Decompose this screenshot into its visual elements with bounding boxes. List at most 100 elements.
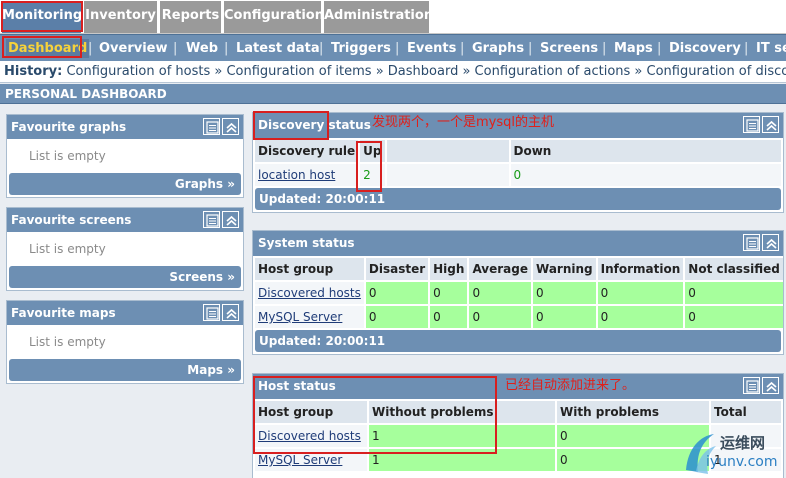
top-navigation: Monitoring Inventory Reports Configurati… [0,0,786,34]
widget-title: Favourite maps [11,306,116,320]
submenu-separator: | [744,41,749,56]
collapse-icon[interactable] [762,234,779,251]
history-link[interactable]: Configuration of hosts [66,64,210,79]
empty-list-text: List is empty [29,149,106,163]
column-header: Host group [255,258,364,280]
submenu-it-services[interactable]: IT se [756,39,786,58]
submenu-separator: | [88,41,93,56]
submenu-screens[interactable]: Screens [540,39,598,58]
column-header: Information [597,258,684,280]
menu-icon[interactable] [743,234,760,251]
empty-cell [386,164,509,186]
table-header-row: Host group Disaster High Average Warning… [255,258,783,280]
widget-header: System status [253,231,783,256]
table-row: MySQL Server 0 0 0 0 0 0 [255,306,783,328]
submenu-separator: | [395,41,400,56]
discovery-rule-cell: location host [255,164,359,186]
tab-reports[interactable]: Reports [160,1,222,33]
submenu-graphs[interactable]: Graphs [472,39,524,58]
history-link[interactable]: Dashboard [388,64,459,79]
empty-list-text: List is empty [29,335,106,349]
empty-list-text: List is empty [29,242,106,256]
annotation-box [356,141,382,192]
menu-icon[interactable] [203,304,220,321]
widget-title: Favourite graphs [11,120,127,134]
column-header [386,140,509,162]
collapse-icon[interactable] [222,118,239,135]
status-cell: 0 [469,282,532,304]
watermark-domain: iyunv.com [706,454,778,470]
watermark: 运维网 iyunv.com [676,424,786,478]
discovery-table: Discovery rule Up Down location host 2 0 [253,138,783,188]
swoosh-logo-icon [686,434,716,474]
annotation-box [1,1,83,32]
host-group-link[interactable]: MySQL Server [258,453,342,467]
discovery-rule-link[interactable]: location host [258,168,335,182]
menu-icon[interactable] [203,118,220,135]
collapse-icon[interactable] [222,304,239,321]
submenu-latest-data[interactable]: Latest data [236,39,320,58]
maps-link[interactable]: Maps » [9,359,241,381]
host-group-cell: Discovered hosts [255,282,364,304]
collapse-icon[interactable] [762,377,779,394]
host-group-link[interactable]: Discovered hosts [258,286,361,300]
submenu-overview[interactable]: Overview [99,39,168,58]
column-header: Discovery rule [255,140,359,162]
collapse-icon[interactable] [222,211,239,228]
menu-icon[interactable] [743,116,760,133]
submenu-separator: | [528,41,533,56]
status-cell: 0 [597,282,684,304]
submenu-web[interactable]: Web [186,39,218,58]
status-cell: 0 [365,306,429,328]
table-header-row: Discovery rule Up Down [255,140,781,162]
status-cell: 0 [533,306,596,328]
status-cell: 0 [469,306,532,328]
submenu-triggers[interactable]: Triggers [331,39,391,58]
column-header: With problems [557,401,709,423]
screens-link[interactable]: Screens » [9,266,241,288]
column-header: Total [711,401,781,423]
status-cell: 0 [430,306,468,328]
history-link[interactable]: Configuration of items [226,64,371,79]
table-row: Discovered hosts 0 0 0 0 0 0 [255,282,783,304]
submenu-separator: | [173,41,178,56]
system-status-table: Host group Disaster High Average Warning… [253,256,785,330]
tab-inventory[interactable]: Inventory [84,1,158,33]
status-cell: 0 [365,282,429,304]
history-link[interactable]: Configuration of actions [475,64,631,79]
page-title: PERSONAL DASHBOARD [0,84,786,104]
status-cell: 0 [430,282,468,304]
menu-icon[interactable] [203,211,220,228]
column-header: Disaster [365,258,429,280]
menu-icon[interactable] [743,377,760,394]
submenu-separator: | [460,41,465,56]
discovery-annotation: 发现两个，一个是mysql的主机 [372,115,554,130]
tab-administration[interactable]: Administration [324,1,433,33]
host-annotation: 已经自动添加进来了。 [505,378,636,393]
annotation-box [2,36,82,58]
collapse-icon[interactable] [762,116,779,133]
host-group-cell: MySQL Server [255,306,364,328]
favourite-graphs-widget: Favourite graphs List is empty Graphs » [6,114,244,198]
down-count-cell: 0 [510,164,781,186]
column-header: High [430,258,468,280]
column-header: Not classified [685,258,783,280]
updated-timestamp: Updated: 20:00:11 [255,188,781,210]
status-cell: 0 [685,282,783,304]
history-label: History: [4,64,63,79]
system-status-widget: System status Host group Disaster High A… [252,230,784,355]
widget-header: Favourite screens [7,208,243,232]
submenu-maps[interactable]: Maps [614,39,653,58]
submenu-discovery[interactable]: Discovery [669,39,741,58]
host-group-link[interactable]: MySQL Server [258,310,342,324]
submenu-separator: | [602,41,607,56]
column-header: Down [510,140,781,162]
widget-title: Favourite screens [11,213,132,227]
graphs-link[interactable]: Graphs » [9,173,241,195]
favourite-screens-widget: Favourite screens List is empty Screens … [6,207,244,291]
tab-configuration[interactable]: Configuration [224,1,324,33]
history-link[interactable]: Configuration of discover [647,64,786,79]
table-row: location host 2 0 [255,164,781,186]
submenu-events[interactable]: Events [407,39,456,58]
updated-timestamp: Updated: 20:00:11 [255,330,781,352]
